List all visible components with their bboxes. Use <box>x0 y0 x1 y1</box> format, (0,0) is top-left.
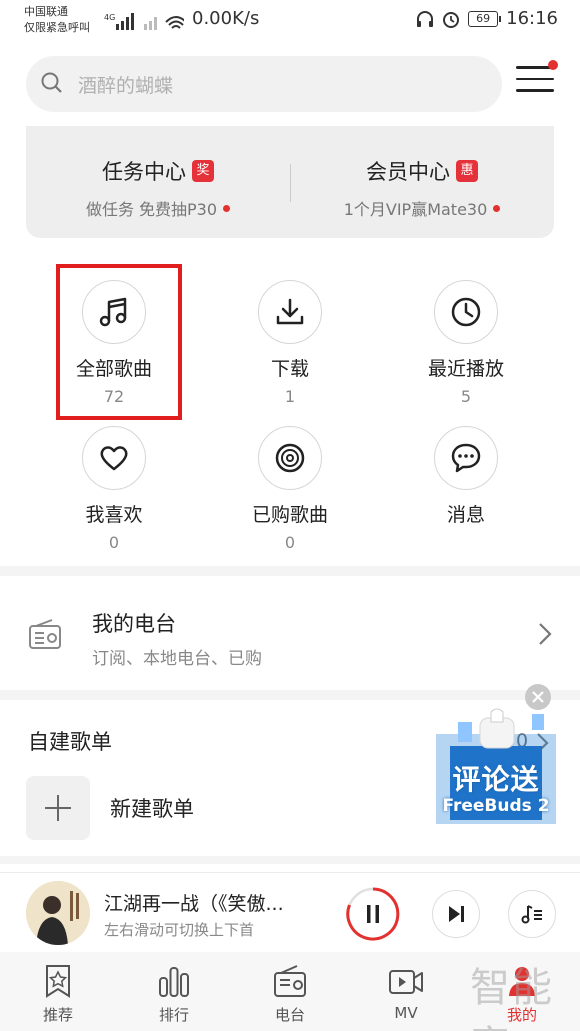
section-separator <box>0 566 580 576</box>
plus-icon <box>45 795 71 821</box>
tab-mv[interactable]: MV <box>348 964 464 1022</box>
next-track-button[interactable] <box>432 890 480 938</box>
new-playlist-button[interactable] <box>26 776 90 840</box>
radio-subtitle: 订阅、本地电台、已购 <box>92 649 262 669</box>
radio-icon <box>29 619 61 649</box>
playlists-header: 自建歌单 <box>28 730 112 754</box>
tab-label: 电台 <box>274 1006 305 1024</box>
album-cover-image <box>26 881 90 945</box>
tab-charts[interactable]: 排行 <box>116 964 232 1025</box>
grid-count: 0 <box>284 533 296 552</box>
grid-favorites[interactable]: 我喜欢 0 <box>34 426 194 552</box>
clock: 16:16 <box>506 8 558 29</box>
grid-label: 已购歌曲 <box>251 504 328 526</box>
close-icon <box>532 691 544 703</box>
svg-text:4G: 4G <box>104 13 115 22</box>
carrier-name: 中国联通 <box>24 5 68 18</box>
tab-radio[interactable]: 电台 <box>232 964 348 1025</box>
radio-icon <box>274 965 306 997</box>
carrier-status: 仅限紧急呼叫 <box>24 21 90 34</box>
bar-chart-icon <box>159 967 189 997</box>
playlist-queue-button[interactable] <box>508 890 556 938</box>
grid-count: 1 <box>284 387 296 406</box>
pause-button[interactable] <box>346 887 400 941</box>
disc-icon <box>275 443 305 473</box>
signal-icon: 4G <box>104 13 184 30</box>
download-icon <box>276 298 304 325</box>
album-art[interactable] <box>26 881 90 945</box>
task-center-title: 任务中心 <box>102 160 186 184</box>
task-center-subtitle: 做任务 免费抽P30 <box>85 200 218 219</box>
alarm-icon <box>443 11 460 28</box>
grid-count: 5 <box>460 387 472 406</box>
search-icon <box>41 72 62 93</box>
vip-dot <box>493 204 501 212</box>
freebuds-ad[interactable]: 评论送 FreeBuds 2 <box>436 704 556 824</box>
tab-recommend[interactable]: 推荐 <box>0 964 116 1025</box>
vip-center-title: 会员中心 <box>366 160 450 184</box>
status-bar: 中国联通 仅限紧急呼叫 4G 0.00K/s 69 16:16 <box>0 0 580 44</box>
my-radio-row[interactable]: 我的电台 订阅、本地电台、已购 <box>0 578 580 690</box>
battery-indicator: 69 <box>468 10 502 27</box>
section-separator <box>0 690 580 700</box>
search-bar[interactable]: 酒醉的蝴蝶 <box>26 56 502 112</box>
vip-center[interactable]: 会员中心 惠 1个月VIP赢Mate30 <box>290 156 554 220</box>
grid-count: 0 <box>108 533 120 552</box>
grid-label: 消息 <box>446 504 485 526</box>
song-title: 江湖再一战（《笑傲... <box>104 893 284 915</box>
task-vip-card: 任务中心 奖 做任务 免费抽P30 会员中心 惠 1个月VIP赢Mate30 <box>26 126 554 238</box>
chat-icon <box>451 443 481 473</box>
highlight-box <box>56 264 182 420</box>
tab-label: 推荐 <box>42 1006 73 1024</box>
heart-icon <box>100 446 128 471</box>
pause-icon <box>346 887 400 941</box>
task-badge: 奖 <box>192 160 214 182</box>
watermark: 智能家 <box>470 965 554 1031</box>
mini-player[interactable]: 江湖再一战（《笑傲... 左右滑动可切换上下首 <box>0 872 580 952</box>
queue-icon <box>521 905 542 924</box>
search-placeholder: 酒醉的蝴蝶 <box>78 75 174 97</box>
chevron-right-icon <box>539 623 552 645</box>
ad-close-button[interactable] <box>525 684 551 710</box>
grid-label: 我喜欢 <box>85 504 143 526</box>
radio-title: 我的电台 <box>92 612 176 636</box>
new-playlist-label[interactable]: 新建歌单 <box>110 793 194 823</box>
section-separator <box>0 856 580 864</box>
grid-label: 最近播放 <box>427 358 504 380</box>
bookmark-star-icon <box>46 965 70 998</box>
ad-headline: 评论送 <box>452 763 540 796</box>
notification-dot <box>548 60 558 70</box>
tab-label: MV <box>394 1004 418 1022</box>
menu-button[interactable] <box>516 60 558 100</box>
grid-label: 下载 <box>270 358 309 380</box>
carrier-info: 中国联通 仅限紧急呼叫 <box>24 4 90 36</box>
video-camera-icon <box>389 970 423 994</box>
vip-center-subtitle: 1个月VIP赢Mate30 <box>343 200 488 219</box>
headphones-icon <box>417 10 434 27</box>
net-speed: 0.00K/s <box>192 8 260 29</box>
song-hint: 左右滑动可切换上下首 <box>104 921 255 939</box>
next-icon <box>449 906 464 922</box>
tab-label: 排行 <box>158 1006 189 1024</box>
grid-downloads[interactable]: 下载 1 <box>210 280 370 406</box>
clock-icon <box>451 297 481 327</box>
grid-purchased[interactable]: 已购歌曲 0 <box>210 426 370 552</box>
grid-recent[interactable]: 最近播放 5 <box>386 280 546 406</box>
task-center[interactable]: 任务中心 奖 做任务 免费抽P30 <box>26 156 290 220</box>
ad-product: FreeBuds 2 <box>442 796 550 816</box>
task-dot <box>223 204 231 212</box>
grid-messages[interactable]: 消息 <box>386 426 546 527</box>
vip-badge: 惠 <box>456 160 478 182</box>
